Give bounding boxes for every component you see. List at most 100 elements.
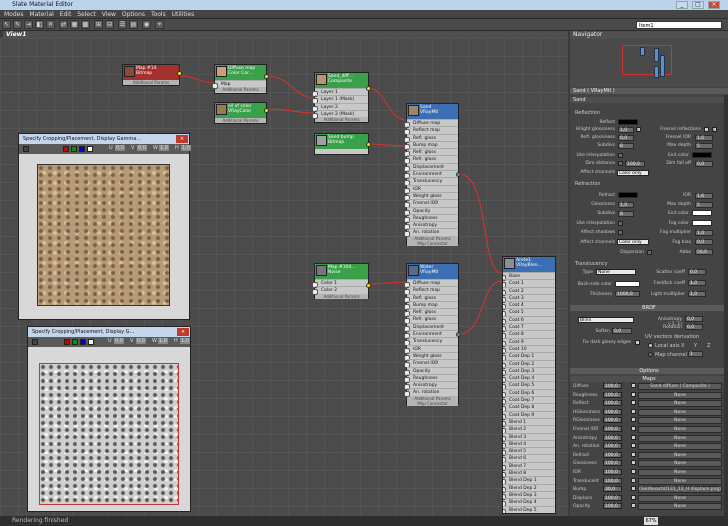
node-slot[interactable]: Color 1: [312, 279, 368, 289]
axis-x-label[interactable]: X: [681, 343, 684, 349]
map-slot-button[interactable]: None: [638, 408, 722, 416]
map-enable-checkbox[interactable]: [631, 400, 636, 406]
map-enable-checkbox[interactable]: [631, 408, 636, 414]
node-slot[interactable]: Refl. gloss: [404, 293, 458, 303]
node-slot[interactable]: Coat Dep 6: [503, 388, 555, 399]
map-amount-spinner[interactable]: 100,0: [603, 451, 622, 458]
thickness-spinner[interactable]: 1000,0: [615, 291, 640, 297]
map-amount-spinner[interactable]: 100,0: [603, 408, 622, 415]
node-slot[interactable]: Displacement: [404, 162, 458, 173]
node-arete-vrayblend[interactable]: Arete1 VRayBlen... Base Coat 1 Coat 2 Coat 3…: [502, 256, 556, 514]
node-slot[interactable]: Coat 6: [503, 315, 555, 326]
refr-glossiness-spinner[interactable]: 1,0: [618, 202, 634, 208]
node-slot[interactable]: Translucency: [404, 337, 458, 347]
alpha-channel-icon[interactable]: [88, 339, 94, 345]
map-channel-radio[interactable]: [648, 352, 653, 357]
node-slot[interactable]: Layer 1: [312, 88, 368, 98]
node-slot[interactable]: Reflect map: [404, 286, 458, 296]
node-slot[interactable]: Blend Dep 5: [503, 505, 555, 513]
map-amount-spinner[interactable]: 100,0: [603, 494, 622, 501]
node-slot[interactable]: Coat 1: [503, 279, 555, 289]
node-slot[interactable]: IOR: [404, 344, 458, 355]
node-slot[interactable]: Coat 5: [503, 308, 555, 318]
node-slot[interactable]: Map: [212, 80, 266, 90]
green-channel-icon[interactable]: [72, 339, 78, 345]
map-enable-checkbox[interactable]: [631, 434, 636, 440]
anisotropy-spinner[interactable]: 0,0: [685, 316, 703, 322]
node-slot[interactable]: Coat 9: [503, 337, 555, 348]
fresnel-ior-spinner[interactable]: 1,6: [695, 135, 713, 141]
hilight-glossiness-spinner[interactable]: 1,0: [618, 127, 634, 133]
options-rollout-header[interactable]: Options: [570, 368, 728, 374]
node-slot[interactable]: IOR: [404, 184, 458, 195]
parameter-scrollbar[interactable]: [724, 95, 728, 516]
node-slot[interactable]: Blend 4: [503, 439, 555, 450]
map-slot-button[interactable]: None: [638, 426, 722, 433]
map-slot-button[interactable]: None: [638, 417, 722, 425]
node-slot[interactable]: Displacement: [404, 322, 458, 333]
map-enable-checkbox[interactable]: [631, 383, 636, 388]
map-amount-spinner[interactable]: 100,0: [603, 469, 622, 475]
map-enable-checkbox[interactable]: [631, 469, 636, 474]
node-slot[interactable]: Coat Dep 5: [503, 381, 555, 391]
node-slot[interactable]: Coat Dep 4: [503, 374, 555, 384]
u-value[interactable]: 0,0: [115, 145, 125, 151]
node-slot[interactable]: Layer 2 (Mask): [312, 109, 368, 120]
node-slot[interactable]: Coat Dep 1: [503, 352, 555, 362]
map-amount-spinner[interactable]: 100,0: [603, 460, 622, 467]
refr-max-depth-spinner[interactable]: 5: [695, 202, 713, 208]
map-enable-checkbox[interactable]: [631, 486, 636, 492]
navigator-view[interactable]: [570, 39, 728, 87]
map-slot-button[interactable]: None: [638, 494, 722, 502]
output-socket[interactable]: [456, 172, 461, 177]
w-value[interactable]: 1,0: [159, 145, 169, 151]
refr-use-interpolation-checkbox[interactable]: [618, 221, 623, 226]
map-amount-spinner[interactable]: 100,0: [603, 400, 622, 407]
rotation-spinner[interactable]: 0,0: [685, 324, 703, 330]
fresnel-lock-button[interactable]: L: [712, 127, 717, 133]
node-diffuse-map[interactable]: Diffuse map Color Cor... Map Additional P…: [212, 64, 269, 94]
hilight-lock-button[interactable]: L: [636, 127, 641, 133]
fog-color-swatch[interactable]: [692, 220, 712, 226]
red-channel-icon[interactable]: [63, 146, 69, 152]
node-slot[interactable]: Coat Dep 2: [503, 359, 555, 369]
node-slot[interactable]: Blend Dep 3: [503, 490, 555, 501]
node-slot[interactable]: Coat Dep 7: [503, 396, 555, 406]
map-slot-button[interactable]: None: [638, 443, 722, 451]
node-slot[interactable]: Coat 2: [503, 286, 555, 296]
soften-spinner[interactable]: 0,0: [612, 328, 632, 334]
close-button[interactable]: ×: [176, 135, 188, 143]
refl-affect-channels-dropdown[interactable]: Color only: [617, 170, 649, 176]
node-slot[interactable]: Layer 2: [312, 102, 368, 112]
affect-shadows-checkbox[interactable]: [618, 230, 623, 235]
node-slot[interactable]: Diffuse map: [404, 119, 458, 129]
node-slot[interactable]: Coat Dep 8: [503, 403, 555, 413]
map-amount-spinner[interactable]: 100,0: [603, 391, 622, 398]
output-socket[interactable]: [456, 332, 461, 337]
map-enable-checkbox[interactable]: [631, 451, 636, 457]
node-slot[interactable]: Layer 1 (Mask): [312, 95, 368, 105]
map-amount-spinner[interactable]: 100,0: [603, 434, 622, 441]
crop-tool-icon[interactable]: [23, 146, 29, 152]
map-enable-checkbox[interactable]: [631, 503, 636, 509]
map-amount-spinner[interactable]: 100,0: [603, 443, 622, 450]
node-slot[interactable]: Base: [503, 272, 555, 282]
node-composite[interactable]: Sand_diff... Composite Layer 1 Layer 1 (M…: [312, 72, 371, 123]
node-slot[interactable]: Refr. gloss: [404, 155, 458, 165]
map-slot-button[interactable]: Sand diffuse ( Composite ): [638, 383, 722, 390]
node-slot[interactable]: Refr. gloss: [404, 308, 458, 318]
node-oil-of-color[interactable]: oil of color VRayColor Additional Params: [214, 102, 269, 124]
object-name-field[interactable]: Item1: [636, 21, 722, 29]
map-slot-button[interactable]: None: [638, 503, 722, 511]
node-slot[interactable]: Color 2: [312, 286, 368, 296]
node-slot[interactable]: Environment: [404, 170, 458, 180]
fresnel-reflections-checkbox[interactable]: [704, 127, 709, 132]
axis-y-label[interactable]: Y: [694, 343, 697, 349]
node-sand-vraymtl[interactable]: Sand VRayMtl Diffuse map Reflect map Refl…: [404, 103, 461, 246]
map-enable-checkbox[interactable]: [631, 417, 636, 423]
node-slot[interactable]: An. rotation: [404, 388, 458, 398]
node-slot[interactable]: Coat 8: [503, 330, 555, 340]
w-value[interactable]: 1,0: [158, 338, 168, 344]
zoom-level[interactable]: 67%: [644, 517, 658, 525]
fog-multiplier-spinner[interactable]: 1,0: [695, 230, 713, 236]
